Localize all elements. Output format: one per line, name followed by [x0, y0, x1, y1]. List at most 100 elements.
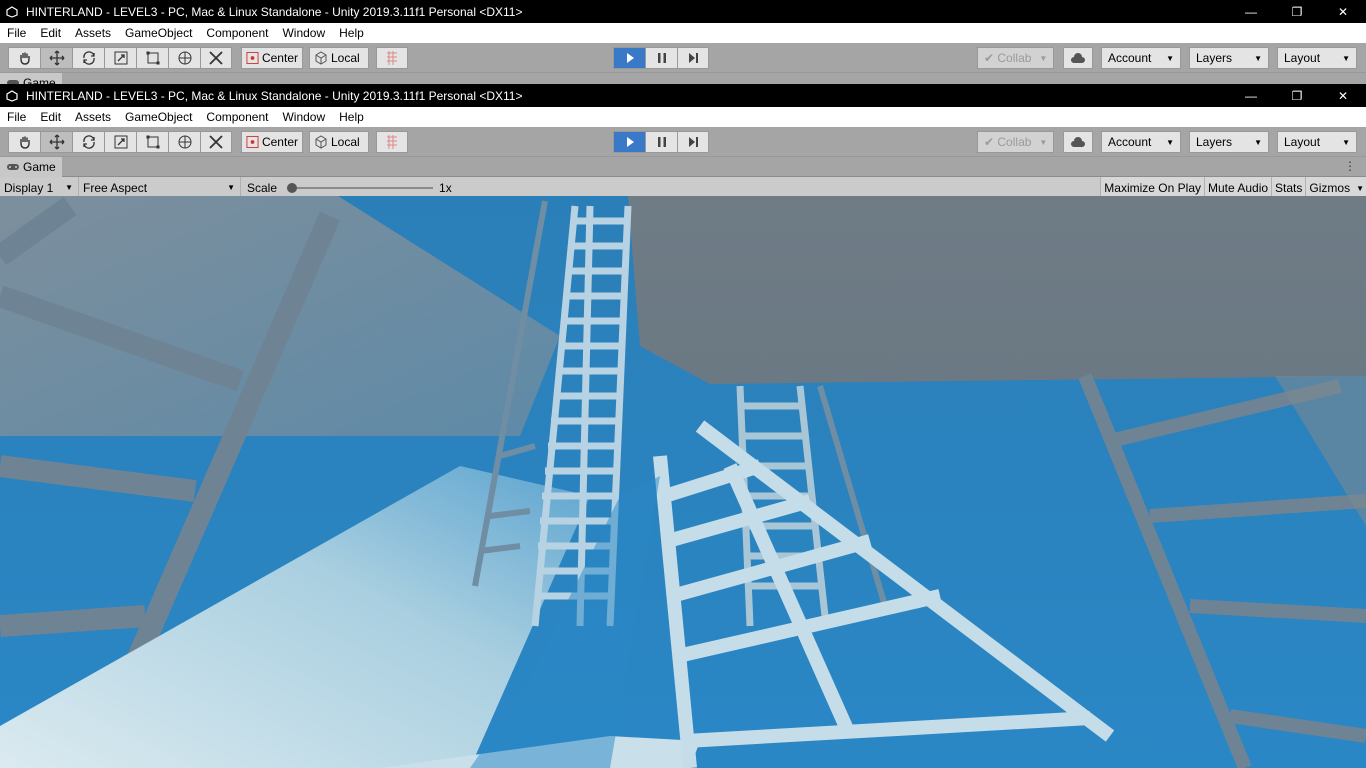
transform-tools: [8, 47, 232, 69]
game-tab-bar: Game ⋮: [0, 156, 1366, 177]
tab-game-label: Game: [23, 159, 56, 174]
editor-window: HINTERLAND - LEVEL3 - PC, Mac & Linux St…: [0, 84, 1366, 768]
menu-help[interactable]: Help: [332, 26, 371, 40]
scale-label: Scale: [247, 180, 278, 195]
check-icon: ✔: [984, 51, 998, 65]
menu-assets[interactable]: Assets: [68, 110, 118, 124]
custom-tool-button[interactable]: [200, 47, 232, 69]
menu-file[interactable]: File: [0, 110, 33, 124]
slider-thumb[interactable]: [287, 182, 298, 193]
tools-icon: [209, 51, 223, 65]
pivot-rotation-toggle[interactable]: Local: [309, 47, 369, 69]
hand-tool-button[interactable]: [8, 131, 40, 153]
play-button[interactable]: [613, 131, 645, 153]
cloud-button[interactable]: [1063, 47, 1093, 69]
tools-icon: [209, 135, 223, 149]
menu-bar: File Edit Assets GameObject Component Wi…: [0, 107, 1366, 127]
restore-button[interactable]: ❐: [1274, 84, 1320, 107]
scale-tool-button[interactable]: [104, 131, 136, 153]
cloud-button[interactable]: [1063, 131, 1093, 153]
layout-label: Layout: [1284, 51, 1321, 65]
gizmos-label: Gizmos: [1309, 181, 1351, 195]
account-dropdown[interactable]: Account ▼: [1101, 131, 1181, 153]
chevron-down-icon: ▼: [1166, 53, 1174, 63]
scale-value: 1x: [439, 180, 452, 195]
layers-dropdown[interactable]: Layers ▼: [1189, 131, 1269, 153]
minimize-button[interactable]: —: [1228, 0, 1274, 23]
pivot-rotation-toggle[interactable]: Local: [309, 131, 369, 153]
tab-menu-icon[interactable]: ⋮: [1344, 159, 1356, 173]
account-label: Account: [1108, 135, 1152, 149]
move-tool-button[interactable]: [40, 131, 72, 153]
main-toolbar: Center Local ✔ Collab ▼ Account ▼ Layers ▼ …: [0, 43, 1366, 73]
menu-component[interactable]: Component: [199, 26, 275, 40]
step-icon: [689, 137, 698, 147]
menu-window[interactable]: Window: [275, 110, 332, 124]
menu-edit[interactable]: Edit: [33, 110, 68, 124]
pivot-mode-label: Center: [261, 51, 298, 65]
collab-dropdown[interactable]: ✔ Collab ▼: [977, 131, 1054, 153]
center-icon: [246, 51, 259, 65]
pivot-controls: Center Local: [241, 47, 408, 69]
menu-window[interactable]: Window: [275, 26, 332, 40]
rotate-tool-button[interactable]: [72, 47, 104, 69]
play-icon: [626, 137, 634, 147]
chevron-down-icon: ▼: [1342, 137, 1350, 147]
rect-tool-button[interactable]: [136, 47, 168, 69]
pause-button[interactable]: [645, 47, 677, 69]
layers-dropdown[interactable]: Layers ▼: [1189, 47, 1269, 69]
unity-icon: [4, 88, 20, 104]
game-viewport[interactable]: [0, 196, 1366, 768]
hand-tool-button[interactable]: [8, 47, 40, 69]
menu-assets[interactable]: Assets: [68, 26, 118, 40]
collab-dropdown[interactable]: ✔ Collab ▼: [977, 47, 1054, 69]
custom-tool-button[interactable]: [200, 131, 232, 153]
close-button[interactable]: ✕: [1320, 0, 1366, 23]
play-button[interactable]: [613, 47, 645, 69]
minimize-button[interactable]: —: [1228, 84, 1274, 107]
rotate-tool-button[interactable]: [72, 131, 104, 153]
scale-slider[interactable]: [287, 181, 434, 195]
tab-game[interactable]: Game: [0, 72, 62, 84]
scale-tool-button[interactable]: [104, 47, 136, 69]
layout-dropdown[interactable]: Layout ▼: [1277, 131, 1357, 153]
playback-controls: [613, 47, 709, 69]
menu-gameobject[interactable]: GameObject: [118, 26, 199, 40]
close-button[interactable]: ✕: [1320, 84, 1366, 107]
rect-icon: [146, 51, 159, 65]
pivot-rotation-label: Local: [331, 135, 360, 149]
chevron-down-icon: ▼: [1039, 137, 1048, 147]
tab-game[interactable]: Game: [0, 156, 62, 177]
pivot-mode-toggle[interactable]: Center: [241, 131, 303, 153]
menu-gameobject[interactable]: GameObject: [118, 110, 199, 124]
snap-button[interactable]: [376, 47, 408, 69]
chevron-down-icon: ▼: [1356, 183, 1364, 193]
step-button[interactable]: [677, 47, 709, 69]
menu-component[interactable]: Component: [199, 110, 275, 124]
move-tool-button[interactable]: [40, 47, 72, 69]
slider-track: [287, 186, 434, 189]
restore-button[interactable]: ❐: [1274, 0, 1320, 23]
window-title: HINTERLAND - LEVEL3 - PC, Mac & Linux St…: [26, 88, 523, 103]
check-icon: ✔: [984, 135, 998, 149]
snap-button[interactable]: [376, 131, 408, 153]
chevron-down-icon: ▼: [1166, 137, 1174, 147]
menu-edit[interactable]: Edit: [33, 26, 68, 40]
transform-tool-button[interactable]: [168, 47, 200, 69]
step-button[interactable]: [677, 131, 709, 153]
game-tab-bar: Game: [0, 72, 1366, 84]
title-bar: HINTERLAND - LEVEL3 - PC, Mac & Linux St…: [0, 0, 1366, 23]
collab-label: Collab: [997, 51, 1032, 65]
account-dropdown[interactable]: Account ▼: [1101, 47, 1181, 69]
move-icon: [49, 134, 64, 150]
pivot-mode-toggle[interactable]: Center: [241, 47, 303, 69]
rect-tool-button[interactable]: [136, 131, 168, 153]
transform-tool-button[interactable]: [168, 131, 200, 153]
layout-label: Layout: [1284, 135, 1321, 149]
menu-help[interactable]: Help: [332, 110, 371, 124]
rotate-icon: [82, 135, 95, 149]
menu-file[interactable]: File: [0, 26, 33, 40]
play-icon: [626, 53, 634, 63]
layout-dropdown[interactable]: Layout ▼: [1277, 47, 1357, 69]
pause-button[interactable]: [645, 131, 677, 153]
